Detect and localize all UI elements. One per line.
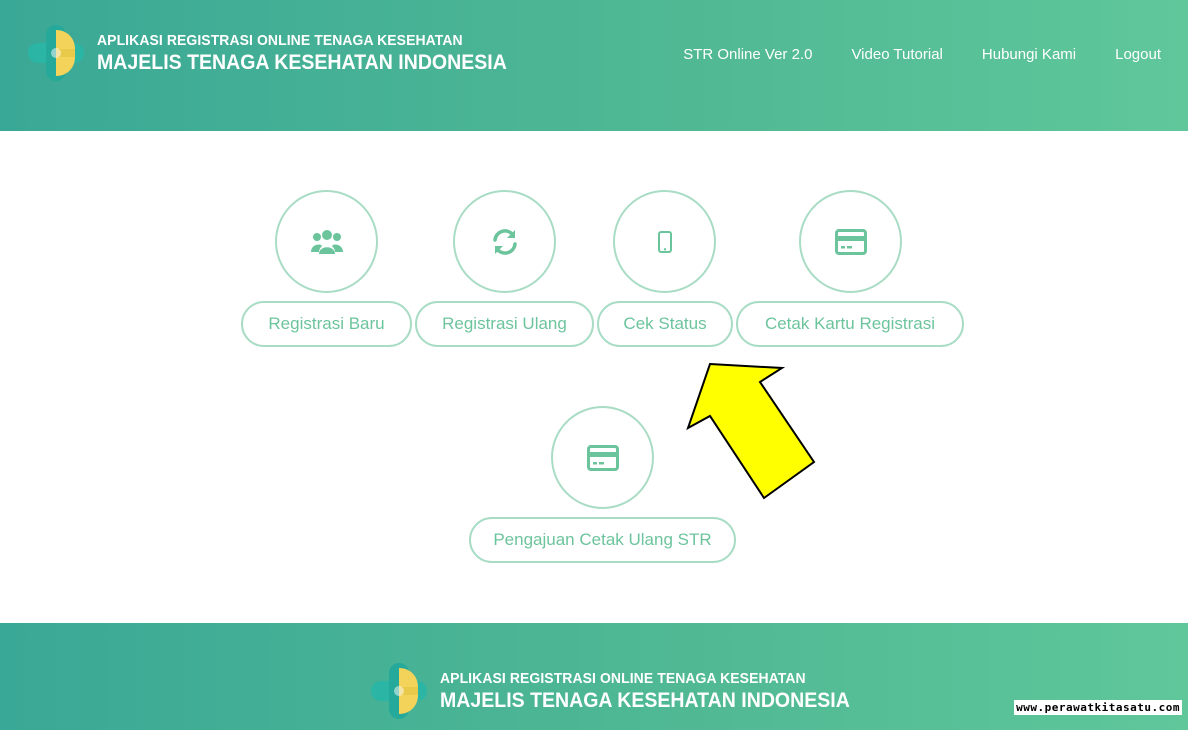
cetak-kartu-registrasi-button[interactable]: Cetak Kartu Registrasi bbox=[736, 301, 964, 347]
registrasi-baru-circle[interactable] bbox=[275, 190, 378, 293]
mobile-phone-icon bbox=[657, 230, 672, 253]
header-brand[interactable]: APLIKASI REGISTRASI ONLINE TENAGA KESEHA… bbox=[25, 22, 538, 84]
nav-str-online[interactable]: STR Online Ver 2.0 bbox=[683, 44, 812, 66]
kemenkes-logo-icon bbox=[28, 25, 84, 81]
pengajuan-cetak-ulang-str-button[interactable]: Pengajuan Cetak Ulang STR bbox=[469, 517, 736, 563]
yellow-arrow-pointer-icon bbox=[686, 362, 816, 500]
refresh-icon bbox=[492, 228, 517, 255]
pengajuan-cetak-ulang-circle[interactable] bbox=[551, 406, 654, 509]
registrasi-ulang-button[interactable]: Registrasi Ulang bbox=[415, 301, 594, 347]
credit-card-icon bbox=[586, 444, 619, 471]
watermark-text: www.perawatkitasatu.com bbox=[1014, 700, 1182, 715]
footer-brand: APLIKASI REGISTRASI ONLINE TENAGA KESEHA… bbox=[368, 660, 881, 722]
nav-hubungi-kami[interactable]: Hubungi Kami bbox=[982, 44, 1076, 66]
credit-card-icon bbox=[834, 228, 867, 255]
top-navigation: STR Online Ver 2.0 Video Tutorial Hubung… bbox=[683, 44, 1161, 66]
brand-title-line2: MAJELIS TENAGA KESEHATAN INDONESIA bbox=[97, 50, 507, 74]
cek-status-button[interactable]: Cek Status bbox=[597, 301, 733, 347]
footer-brand-title-line2: MAJELIS TENAGA KESEHATAN INDONESIA bbox=[440, 688, 850, 712]
cek-status-circle[interactable] bbox=[613, 190, 716, 293]
users-icon bbox=[310, 229, 343, 254]
brand-title-line1: APLIKASI REGISTRASI ONLINE TENAGA KESEHA… bbox=[97, 31, 463, 49]
registrasi-baru-button[interactable]: Registrasi Baru bbox=[241, 301, 412, 347]
cetak-kartu-circle[interactable] bbox=[799, 190, 902, 293]
nav-logout[interactable]: Logout bbox=[1115, 44, 1161, 66]
nav-video-tutorial[interactable]: Video Tutorial bbox=[851, 44, 942, 66]
footer-brand-title-line1: APLIKASI REGISTRASI ONLINE TENAGA KESEHA… bbox=[440, 669, 806, 687]
kemenkes-logo-icon bbox=[371, 663, 427, 719]
registrasi-ulang-circle[interactable] bbox=[453, 190, 556, 293]
